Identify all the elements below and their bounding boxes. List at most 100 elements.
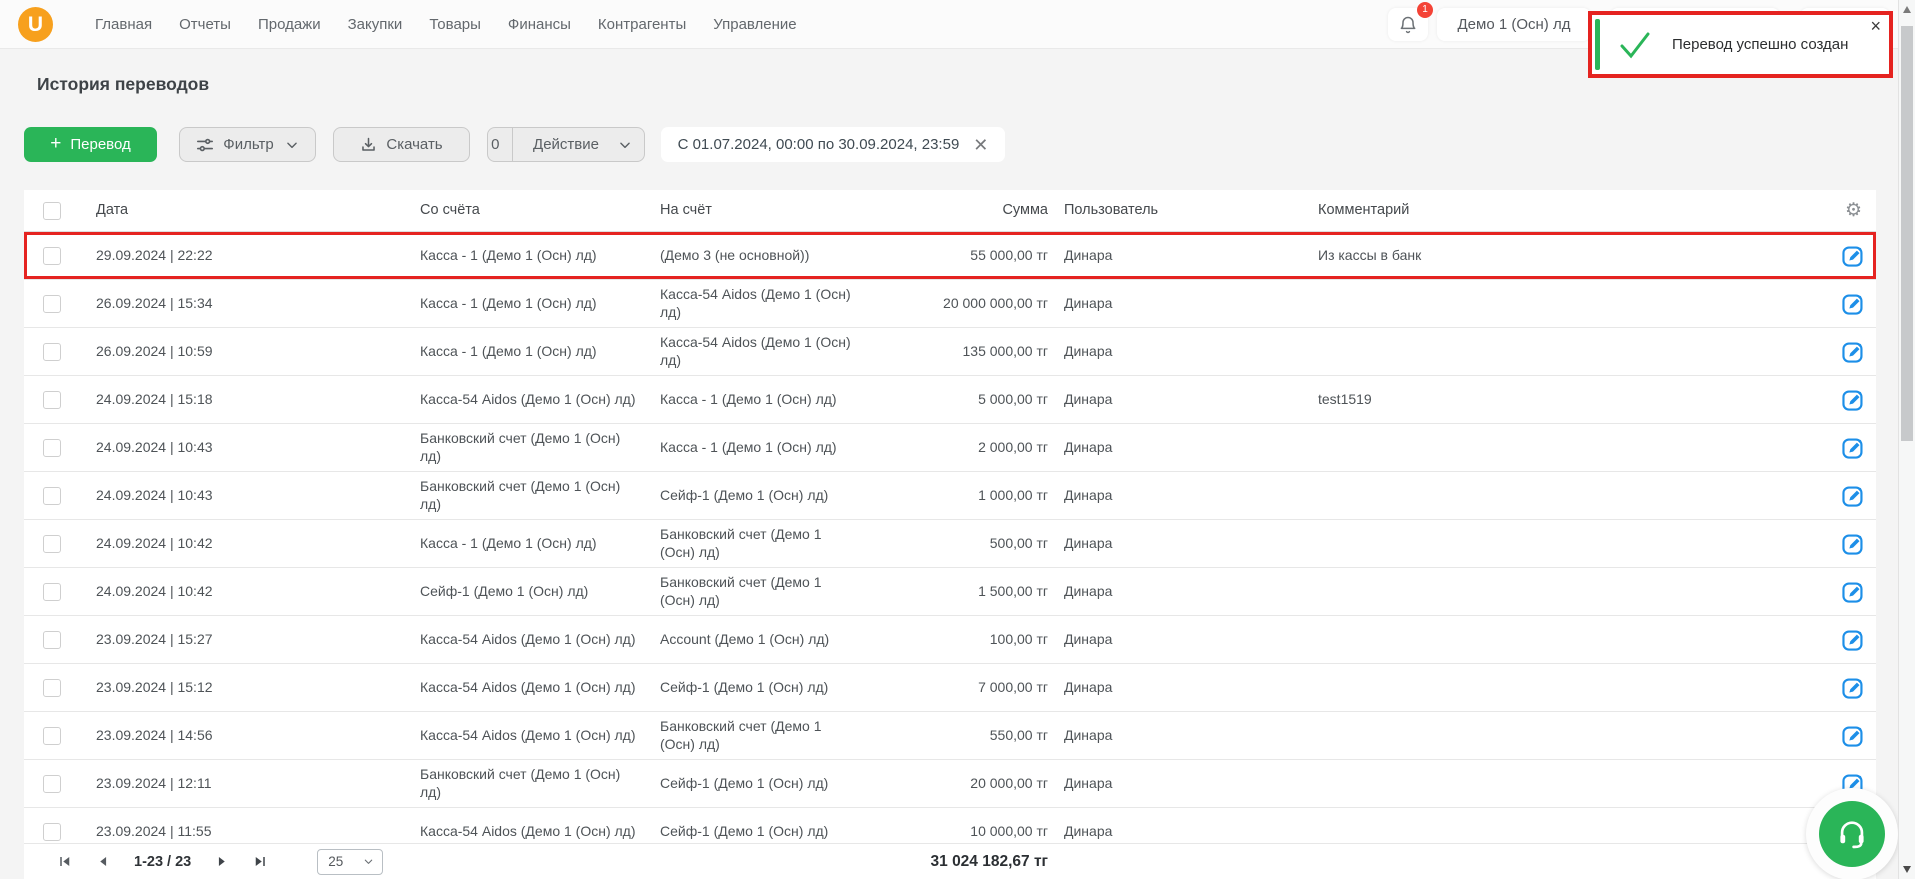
column-header-comment[interactable]: Комментарий xyxy=(1318,201,1845,219)
row-checkbox[interactable] xyxy=(43,342,61,361)
select-all-checkbox[interactable] xyxy=(43,201,61,220)
cell-edit xyxy=(1830,243,1876,269)
edit-icon[interactable] xyxy=(1840,579,1866,605)
table-row[interactable]: 24.09.2024 | 15:18 Касса-54 Aidos (Демо 1… xyxy=(24,376,1876,424)
table-row[interactable]: 24.09.2024 | 10:43 Банковский счет (Демо … xyxy=(24,424,1876,472)
edit-icon[interactable] xyxy=(1840,243,1866,269)
edit-icon[interactable] xyxy=(1840,723,1866,749)
last-page-button[interactable] xyxy=(252,854,267,869)
app-logo[interactable]: U xyxy=(18,7,53,42)
action-button[interactable]: 0 Действие xyxy=(487,127,645,162)
table-row[interactable]: 23.09.2024 | 12:11 Банковский счет (Демо … xyxy=(24,760,1876,808)
company-selector[interactable]: Демо 1 (Осн) лд xyxy=(1437,8,1591,41)
edit-icon[interactable] xyxy=(1840,531,1866,557)
nav-item-6[interactable]: Контрагенты xyxy=(598,16,686,33)
next-page-button[interactable] xyxy=(215,855,228,868)
cell-date: 24.09.2024 | 10:42 xyxy=(96,582,213,599)
page-size-select[interactable]: 25 xyxy=(317,848,384,875)
toast-annotation-box: Перевод успешно создан × xyxy=(1588,11,1893,78)
date-range-filter[interactable]: С 01.07.2024, 00:00 по 30.09.2024, 23:59… xyxy=(661,127,1005,162)
nav-item-3[interactable]: Закупки xyxy=(348,16,403,33)
cell-to-account: Касса-54 Aidos (Демо 1 (Осн) лд) xyxy=(660,334,851,368)
table-row[interactable]: 23.09.2024 | 15:27 Касса-54 Aidos (Демо 1… xyxy=(24,616,1876,664)
cell-from-account: Сейф-1 (Демо 1 (Осн) лд) xyxy=(420,582,589,599)
toast-accent-bar xyxy=(1595,19,1600,70)
filter-button[interactable]: Фильтр xyxy=(179,127,316,162)
cell-from-account: Касса-54 Aidos (Демо 1 (Осн) лд) xyxy=(420,822,636,839)
nav-item-0[interactable]: Главная xyxy=(95,16,152,33)
edit-icon[interactable] xyxy=(1840,483,1866,509)
page-range-label: 1-23 / 23 xyxy=(134,853,192,870)
table-row[interactable]: 23.09.2024 | 14:56 Касса-54 Aidos (Демо 1… xyxy=(24,712,1876,760)
table-row[interactable]: 24.09.2024 | 10:42 Касса - 1 (Демо 1 (Осн… xyxy=(24,520,1876,568)
edit-icon[interactable] xyxy=(1840,627,1866,653)
row-checkbox[interactable] xyxy=(43,678,61,697)
cell-from-account: Банковский счет (Демо 1 (Осн) лд) xyxy=(420,766,621,800)
nav-item-4[interactable]: Товары xyxy=(429,16,481,33)
row-checkbox[interactable] xyxy=(43,822,61,841)
table-row[interactable]: 29.09.2024 | 22:22 Касса - 1 (Демо 1 (Осн… xyxy=(24,232,1876,280)
support-chat-halo xyxy=(1806,788,1898,879)
first-page-button[interactable] xyxy=(58,854,73,869)
column-header-date[interactable]: Дата xyxy=(80,201,420,219)
row-checkbox[interactable] xyxy=(43,246,61,265)
toast-close-button[interactable]: × xyxy=(1870,17,1881,35)
table-row[interactable]: 26.09.2024 | 15:34 Касса - 1 (Демо 1 (Осн… xyxy=(24,280,1876,328)
scroll-down-arrow-icon[interactable] xyxy=(1903,866,1911,873)
nav-item-5[interactable]: Финансы xyxy=(508,16,571,33)
edit-icon[interactable] xyxy=(1840,339,1866,365)
column-header-from-account[interactable]: Со счёта xyxy=(420,201,660,219)
clear-date-filter-icon[interactable]: ✕ xyxy=(973,136,988,154)
scrollbar-thumb[interactable] xyxy=(1901,26,1913,441)
cell-amount: 10 000,00 тг xyxy=(970,822,1048,839)
table-settings-gear-icon[interactable]: ⚙ xyxy=(1845,199,1862,222)
cell-amount: 55 000,00 тг xyxy=(970,246,1048,263)
row-checkbox[interactable] xyxy=(43,582,61,601)
row-checkbox[interactable] xyxy=(43,726,61,745)
cell-to-account: Сейф-1 (Демо 1 (Осн) лд) xyxy=(660,678,829,695)
new-transfer-button[interactable]: + Перевод xyxy=(24,127,157,162)
row-checkbox-cell xyxy=(24,630,80,649)
row-checkbox[interactable] xyxy=(43,294,61,313)
cell-amount: 1 000,00 тг xyxy=(978,486,1048,503)
download-button[interactable]: Скачать xyxy=(333,127,470,162)
previous-page-button[interactable] xyxy=(97,855,110,868)
edit-icon[interactable] xyxy=(1840,387,1866,413)
notifications-button[interactable]: 1 xyxy=(1388,2,1433,41)
nav-item-1[interactable]: Отчеты xyxy=(179,16,231,33)
table-row[interactable]: 23.09.2024 | 15:12 Касса-54 Aidos (Демо 1… xyxy=(24,664,1876,712)
cell-to-account: Сейф-1 (Демо 1 (Осн) лд) xyxy=(660,822,829,839)
headset-icon xyxy=(1835,817,1869,851)
row-checkbox[interactable] xyxy=(43,534,61,553)
nav-item-2[interactable]: Продажи xyxy=(258,16,321,33)
row-checkbox-cell xyxy=(24,678,80,697)
support-chat-button[interactable] xyxy=(1819,801,1885,867)
column-header-user[interactable]: Пользователь xyxy=(1048,201,1318,219)
cell-edit xyxy=(1830,291,1876,317)
table-row[interactable]: 26.09.2024 | 10:59 Касса - 1 (Демо 1 (Осн… xyxy=(24,328,1876,376)
row-checkbox[interactable] xyxy=(43,390,61,409)
edit-icon[interactable] xyxy=(1840,291,1866,317)
cell-date: 23.09.2024 | 12:11 xyxy=(96,774,212,791)
row-checkbox[interactable] xyxy=(43,630,61,649)
edit-icon[interactable] xyxy=(1840,435,1866,461)
table-row[interactable]: 24.09.2024 | 10:43 Банковский счет (Демо … xyxy=(24,472,1876,520)
toast-message: Перевод успешно создан xyxy=(1672,36,1849,53)
vertical-scrollbar[interactable] xyxy=(1898,0,1915,879)
column-header-amount[interactable]: Сумма xyxy=(870,201,1048,219)
row-checkbox-cell xyxy=(24,582,80,601)
cell-date: 26.09.2024 | 10:59 xyxy=(96,342,213,359)
nav-item-7[interactable]: Управление xyxy=(713,16,796,33)
row-checkbox[interactable] xyxy=(43,774,61,793)
table-row[interactable]: 24.09.2024 | 10:42 Сейф-1 (Демо 1 (Осн) л… xyxy=(24,568,1876,616)
row-checkbox[interactable] xyxy=(43,486,61,505)
row-checkbox[interactable] xyxy=(43,438,61,457)
main-menu: Главная Отчеты Продажи Закупки Товары Финансы… xyxy=(95,0,797,49)
column-header-to-account[interactable]: На счёт xyxy=(660,201,870,219)
scroll-up-arrow-icon[interactable] xyxy=(1903,6,1911,13)
cell-edit xyxy=(1830,723,1876,749)
edit-icon[interactable] xyxy=(1840,675,1866,701)
cell-user: Динара xyxy=(1064,246,1113,263)
row-checkbox-cell xyxy=(24,246,80,265)
cell-user: Динара xyxy=(1064,294,1113,311)
